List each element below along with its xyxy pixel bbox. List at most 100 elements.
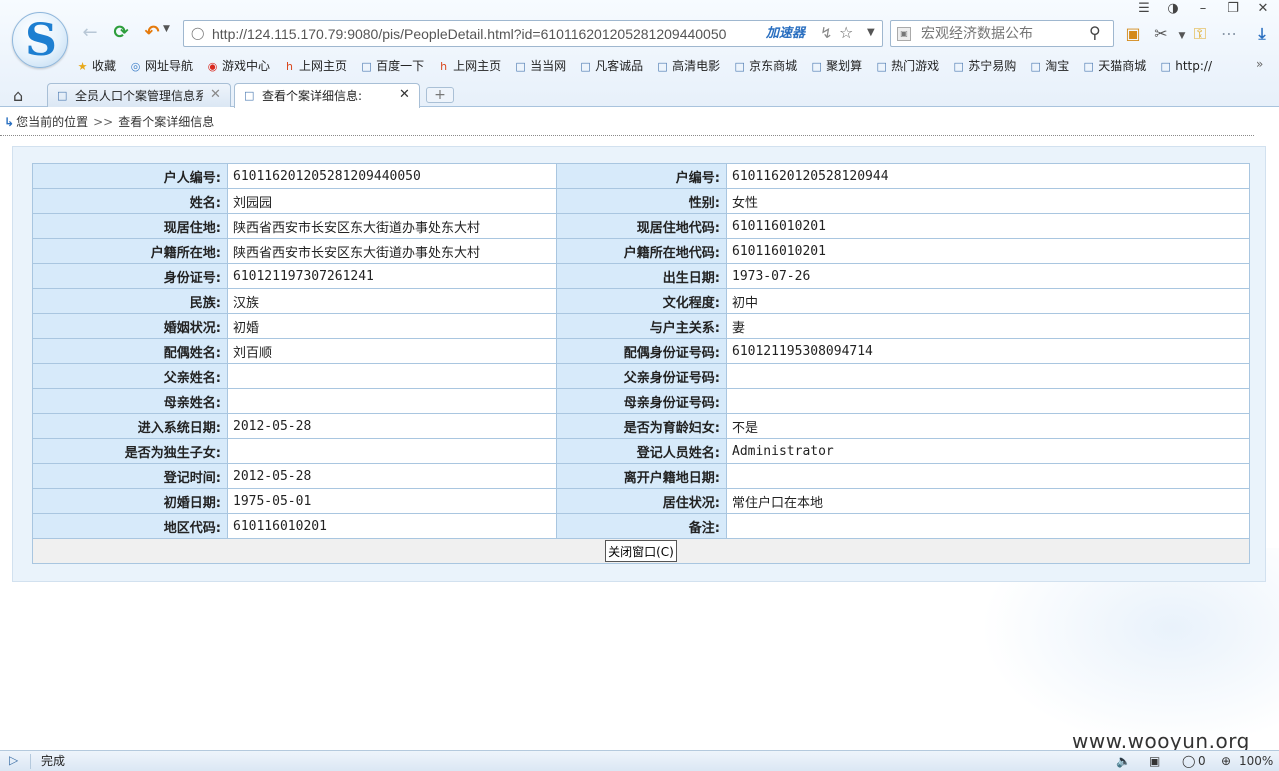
bookmark-label: 上网主页: [453, 59, 502, 73]
tab-case-detail[interactable]: □ 查看个案详细信息: ✕: [234, 83, 420, 108]
network-icon[interactable]: ▣: [1149, 753, 1160, 769]
bookmark-item[interactable]: □ 京东商城: [733, 56, 797, 76]
undo-dropdown-icon[interactable]: ▼: [163, 24, 170, 34]
field-value: 不是: [726, 413, 1250, 439]
detail-row: 初婚日期: 1975-05-01 居住状况: 常住户口在本地: [32, 488, 1250, 514]
field-label: 户编号:: [556, 163, 727, 189]
bookmark-item[interactable]: h 上网主页: [437, 56, 501, 76]
bookmark-label: 上网主页: [299, 59, 348, 73]
sidebar-toggle-icon[interactable]: ▷: [9, 753, 18, 767]
key-icon[interactable]: ⚿: [1190, 24, 1210, 44]
page-icon: □: [580, 60, 591, 73]
bookmark-label: 收藏: [92, 59, 117, 73]
zoom-icon[interactable]: ⊕: [1221, 753, 1231, 769]
detail-row: 地区代码: 610116010201 备注:: [32, 513, 1250, 539]
browser-logo[interactable]: S: [12, 12, 68, 68]
globe-icon: ◎: [130, 60, 141, 73]
hao-icon: h: [286, 60, 294, 73]
page-icon: □: [244, 89, 255, 102]
field-value: 陕西省西安市长安区东大街道办事处东大村: [227, 213, 557, 239]
minimize-icon[interactable]: –: [1190, 0, 1216, 18]
page-icon: □: [734, 60, 745, 73]
bookmark-item[interactable]: h 上网主页: [283, 56, 347, 76]
accelerator-button[interactable]: 加速器: [766, 26, 805, 42]
bookmark-item[interactable]: □ 苏宁易购: [952, 56, 1016, 76]
detail-row: 婚姻状况: 初婚 与户主关系: 妻: [32, 313, 1250, 339]
lightning-icon[interactable]: ↯: [820, 24, 833, 42]
search-input[interactable]: [921, 24, 1081, 44]
search-icon[interactable]: ⚲: [1089, 23, 1101, 42]
page-icon: □: [811, 60, 822, 73]
field-label: 文化程度:: [556, 288, 727, 314]
watermark: www.wooyun.org: [1072, 729, 1250, 753]
bookmark-item[interactable]: ◎ 网址导航: [129, 56, 193, 76]
tab-strip: ⌂ □ 全员人口个案管理信息系 ✕ □ 查看个案详细信息: ✕ +: [0, 82, 1279, 108]
field-value: 610116010201: [726, 238, 1250, 264]
menu-icon[interactable]: ☰: [1131, 0, 1157, 18]
bookmark-item[interactable]: □ 百度一下: [360, 56, 424, 76]
bookmark-label: 天猫商城: [1098, 59, 1147, 73]
shield-icon[interactable]: ◯: [1182, 753, 1195, 769]
detail-row: 配偶姓名: 刘百顺 配偶身份证号码: 610121195308094714: [32, 338, 1250, 364]
scissors-dropdown-icon[interactable]: ▼: [1172, 26, 1192, 46]
undo-icon[interactable]: ↶: [141, 22, 163, 44]
page-icon: □: [953, 60, 964, 73]
field-label: 婚姻状况:: [32, 313, 228, 339]
scissors-icon[interactable]: ✂: [1151, 24, 1171, 44]
more-options-icon[interactable]: ⋯: [1219, 24, 1239, 44]
detail-row: 母亲姓名: 母亲身份证号码:: [32, 388, 1250, 414]
field-label: 离开户籍地日期:: [556, 463, 727, 489]
close-window-button[interactable]: 关闭窗口(C): [605, 540, 677, 562]
page-icon: □: [657, 60, 668, 73]
tab-label: 全员人口个案管理信息系: [75, 89, 203, 103]
address-bar[interactable]: ◯ http://124.115.170.79:9080/pis/PeopleD…: [183, 20, 883, 47]
field-label: 现居住地代码:: [556, 213, 727, 239]
field-label: 是否为独生子女:: [32, 438, 228, 464]
bookmark-item[interactable]: □ http://: [1159, 56, 1212, 76]
refresh-icon[interactable]: ⟳: [110, 22, 132, 44]
skin-shirt-icon[interactable]: ◑: [1160, 0, 1186, 18]
bookmark-item[interactable]: □ 天猫商城: [1082, 56, 1147, 76]
detail-table: 户人编号: 610116201205281209440050 户编号: 6101162…: [32, 163, 1250, 564]
bookmark-label: 当当网: [530, 59, 567, 73]
zoom-level[interactable]: 100%: [1239, 753, 1273, 769]
new-tab-button[interactable]: +: [426, 87, 454, 103]
field-value: [726, 363, 1250, 389]
detail-row: 户人编号: 610116201205281209440050 户编号: 6101162…: [32, 163, 1250, 189]
address-dropdown-icon[interactable]: ▼: [867, 27, 875, 38]
back-arrow-icon[interactable]: ←: [79, 22, 101, 44]
bookmark-label: 热门游戏: [891, 59, 940, 73]
bookmark-item[interactable]: □ 高清电影: [656, 56, 720, 76]
bookmarks-bar: ★ 收藏 ◎ 网址导航 ◉ 游戏中心 h 上网主页 □ 百度一下 h 上网主页 □ 当当网 □ 凡客诚品 □ 高清…: [76, 56, 1225, 76]
bookmark-item[interactable]: ★ 收藏: [76, 56, 116, 76]
bookmark-item[interactable]: ◉ 游戏中心: [206, 56, 270, 76]
button-row: 关闭窗口(C): [32, 538, 1250, 564]
bookmark-item[interactable]: □ 淘宝: [1029, 56, 1070, 76]
favorite-star-icon[interactable]: ☆: [839, 23, 853, 42]
blocked-count: 0: [1198, 754, 1206, 768]
search-engine-icon[interactable]: ▣: [897, 27, 911, 41]
detail-row: 民族: 汉族 文化程度: 初中: [32, 288, 1250, 314]
field-label: 户籍所在地:: [32, 238, 228, 264]
home-icon[interactable]: ⌂: [13, 86, 23, 105]
clipboard-icon[interactable]: ▣: [1123, 24, 1143, 44]
bookmark-label: 淘宝: [1045, 59, 1070, 73]
field-value: [726, 463, 1250, 489]
close-tab-icon[interactable]: ✕: [399, 87, 410, 102]
field-label: 现居住地:: [32, 213, 228, 239]
volume-icon[interactable]: 🔈: [1116, 753, 1131, 769]
address-url[interactable]: http://124.115.170.79:9080/pis/PeopleDet…: [212, 25, 752, 43]
field-label: 性别:: [556, 188, 727, 214]
bookmarks-more-icon[interactable]: »: [1256, 57, 1263, 71]
page-icon: □: [1030, 60, 1041, 73]
bookmark-item[interactable]: □ 热门游戏: [875, 56, 939, 76]
close-tab-icon[interactable]: ✕: [210, 87, 221, 102]
bookmark-item[interactable]: □ 当当网: [514, 56, 566, 76]
download-icon[interactable]: ⤓: [1252, 24, 1272, 44]
bookmark-item[interactable]: □ 聚划算: [810, 56, 862, 76]
bookmark-item[interactable]: □ 凡客诚品: [579, 56, 643, 76]
restore-icon[interactable]: ❐: [1220, 0, 1246, 18]
search-box[interactable]: ▣ ⚲: [890, 20, 1114, 47]
close-window-icon[interactable]: ✕: [1250, 0, 1276, 18]
tab-people-management[interactable]: □ 全员人口个案管理信息系 ✕: [47, 83, 231, 107]
